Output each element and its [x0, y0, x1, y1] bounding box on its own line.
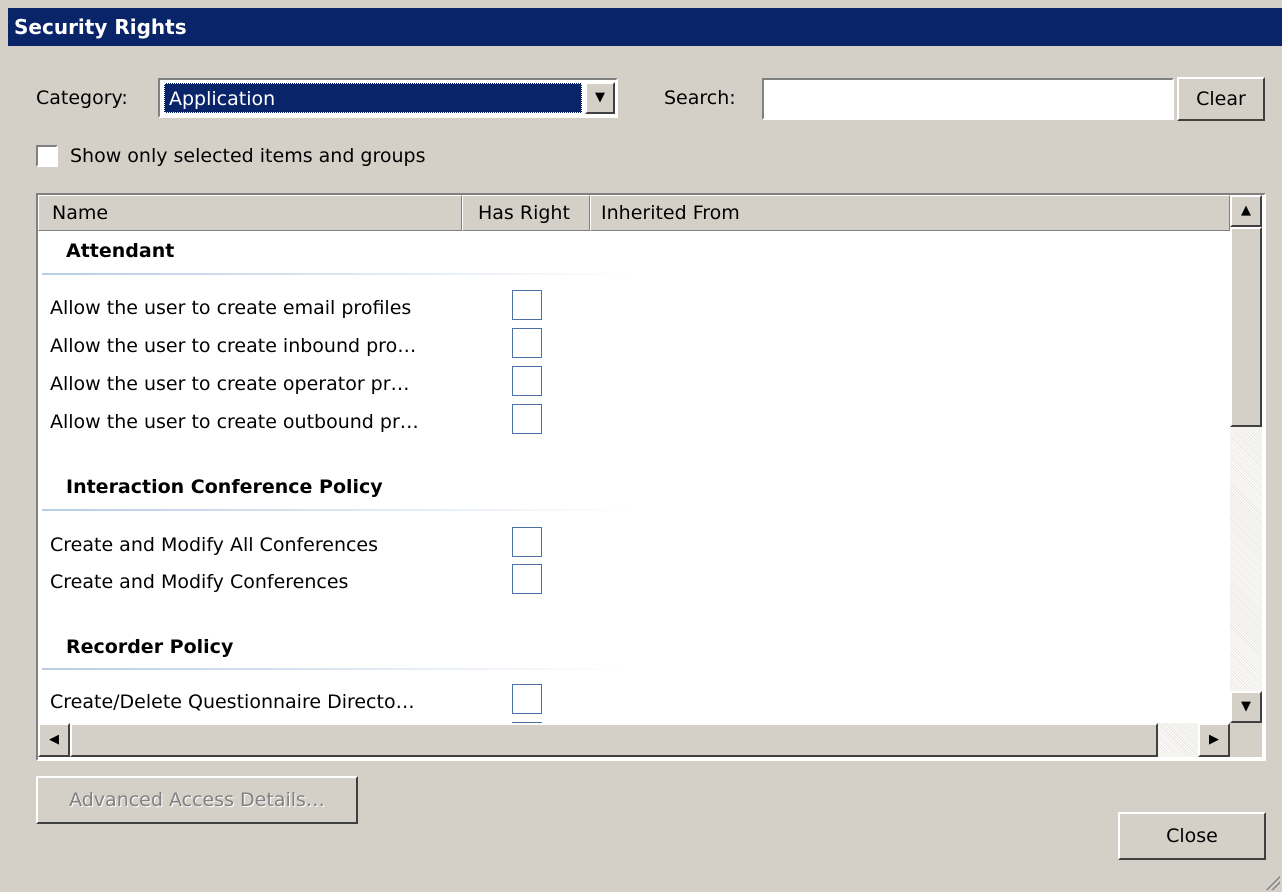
has-right-checkbox[interactable]: [512, 404, 542, 434]
group-divider: [42, 668, 626, 670]
list-item[interactable]: Create and Modify Conferences: [50, 570, 348, 594]
has-right-checkbox[interactable]: [512, 527, 542, 557]
column-header-inherited-from[interactable]: Inherited From: [590, 195, 1230, 231]
has-right-checkbox[interactable]: [512, 328, 542, 358]
list-item[interactable]: Allow the user to create inbound pro…: [50, 334, 416, 358]
column-header-name[interactable]: Name: [38, 195, 462, 231]
category-label: Category:: [36, 87, 128, 109]
arrow-down-icon[interactable]: ▼: [1230, 691, 1262, 723]
vertical-scrollbar[interactable]: ▲ ▼: [1230, 195, 1262, 723]
has-right-checkbox[interactable]: [512, 684, 542, 714]
list-item[interactable]: Allow the user to create outbound pr…: [50, 410, 419, 434]
arrow-up-icon[interactable]: ▲: [1230, 195, 1262, 227]
chevron-down-icon[interactable]: ▼: [585, 82, 615, 114]
horizontal-scroll-thumb[interactable]: [70, 723, 1158, 757]
resize-grip-icon[interactable]: [1264, 874, 1280, 890]
column-header-has-right[interactable]: Has Right: [462, 195, 590, 231]
security-rights-list[interactable]: Name Has Right Inherited From Attendant …: [36, 193, 1266, 761]
vertical-scroll-thumb[interactable]: [1230, 227, 1262, 427]
category-dropdown[interactable]: Application ▼: [158, 78, 618, 118]
list-item[interactable]: Create/Delete Questionnaire Directo…: [50, 690, 415, 714]
group-divider: [42, 509, 638, 511]
list-item[interactable]: Allow the user to create email profiles: [50, 296, 411, 320]
list-item[interactable]: Allow the user to create operator pr…: [50, 372, 410, 396]
clear-button[interactable]: Clear: [1177, 77, 1265, 121]
search-input[interactable]: [762, 78, 1174, 120]
show-selected-checkbox[interactable]: [36, 145, 58, 167]
category-value[interactable]: Application: [164, 83, 582, 113]
horizontal-scrollbar[interactable]: ◀ ▶: [38, 723, 1230, 757]
window-title: Security Rights: [8, 8, 1282, 46]
group-divider: [42, 273, 638, 275]
arrow-right-icon[interactable]: ▶: [1198, 723, 1230, 757]
has-right-checkbox[interactable]: [512, 366, 542, 396]
group-header-recorder-policy[interactable]: Recorder Policy: [66, 635, 233, 659]
has-right-checkbox[interactable]: [512, 564, 542, 594]
advanced-access-details-button[interactable]: Advanced Access Details…: [36, 776, 358, 824]
close-button[interactable]: Close: [1118, 812, 1266, 860]
scrollbar-corner: [1230, 723, 1262, 757]
group-header-attendant[interactable]: Attendant: [66, 239, 174, 263]
has-right-checkbox[interactable]: [512, 290, 542, 320]
list-item[interactable]: Create and Modify All Conferences: [50, 533, 378, 557]
search-label: Search:: [664, 87, 736, 109]
group-header-interaction-conference-policy[interactable]: Interaction Conference Policy: [66, 475, 383, 499]
arrow-left-icon[interactable]: ◀: [38, 723, 70, 757]
show-selected-label[interactable]: Show only selected items and groups: [70, 144, 426, 168]
